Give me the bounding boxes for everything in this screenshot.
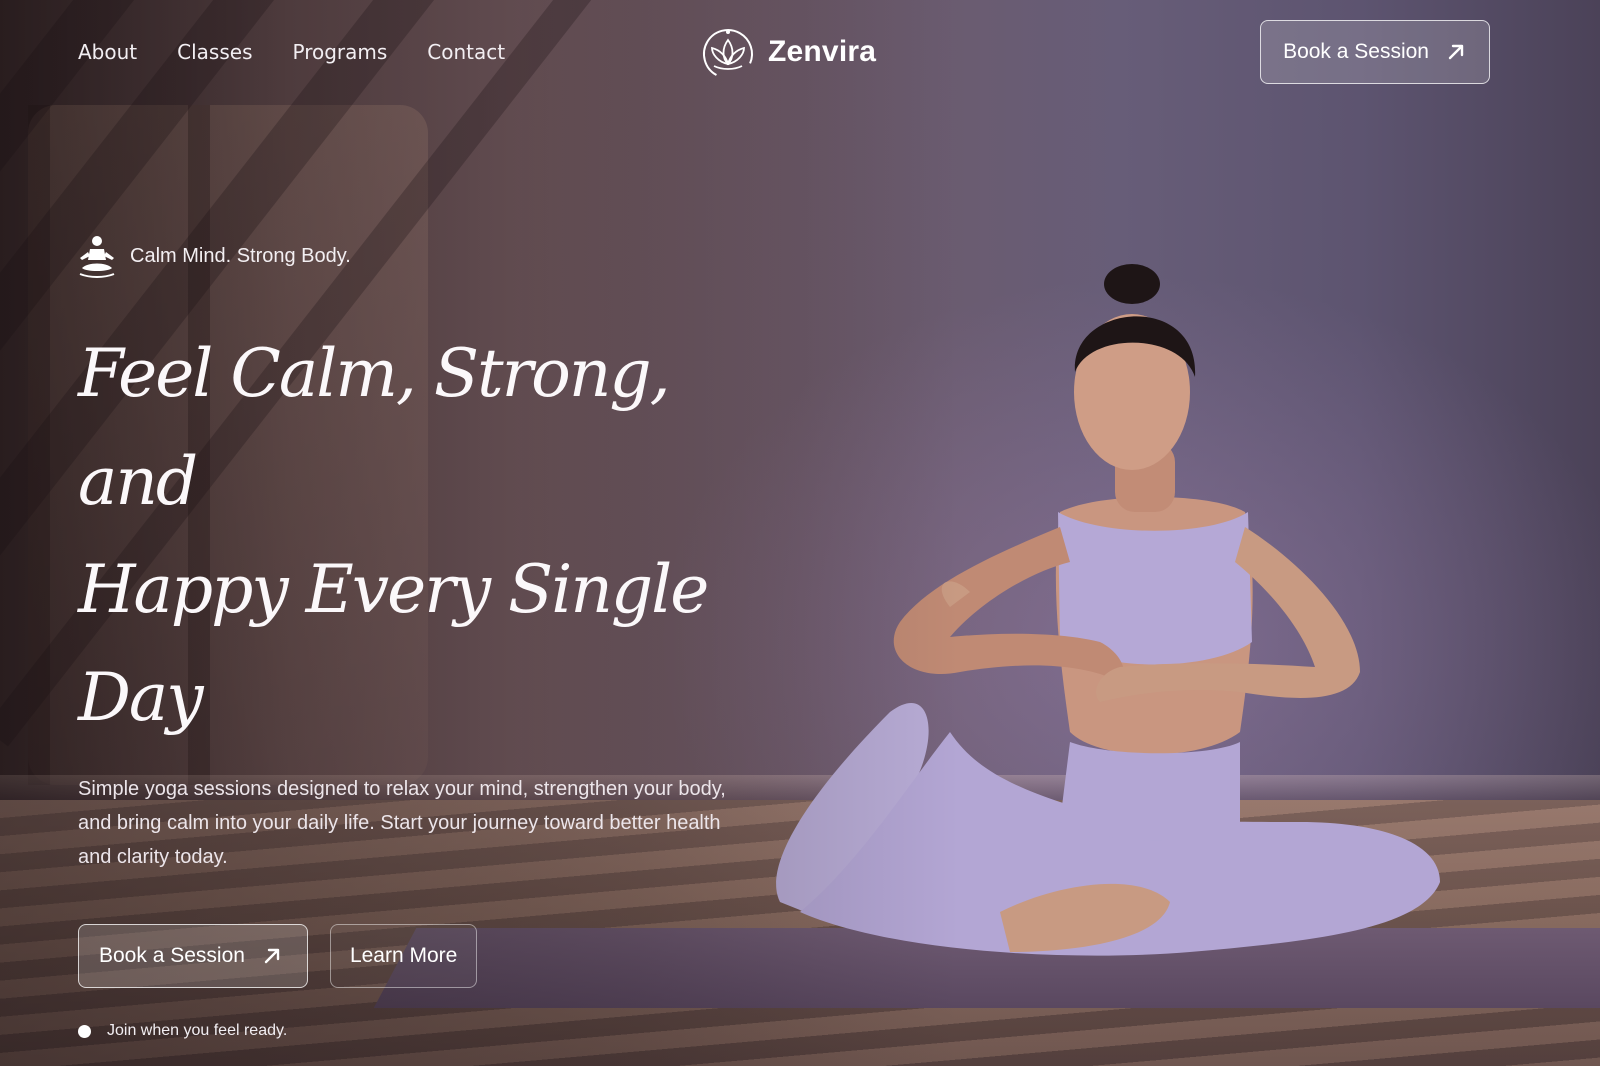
lotus-icon: [703, 29, 753, 79]
hero-content: Calm Mind. Strong Body. Feel Calm, Stron…: [78, 234, 798, 1040]
nav-link-classes[interactable]: Classes: [177, 40, 252, 64]
hero-tagline: Calm Mind. Strong Body.: [78, 234, 798, 278]
status-dot: [78, 1024, 91, 1038]
hero-headline: Feel Calm, Strong, and Happy Every Singl…: [78, 320, 798, 752]
hero-book-session-label: Book a Session: [99, 944, 245, 967]
meditation-icon: [79, 236, 115, 278]
hero-cta-row: Book a Session Learn More: [78, 924, 798, 988]
arrow-up-right-icon: [1448, 44, 1464, 60]
nav-link-about[interactable]: About: [78, 40, 137, 64]
nav-links: About Classes Programs Contact: [78, 40, 505, 64]
headline-line-1: Feel Calm, Strong, and: [78, 335, 671, 520]
header-book-session-button[interactable]: Book a Session: [1260, 20, 1490, 84]
top-navigation: About Classes Programs Contact Zenvira B…: [78, 20, 1490, 84]
hero-book-session-button[interactable]: Book a Session: [78, 924, 308, 988]
join-note: Join when you feel ready.: [78, 1022, 798, 1040]
header-book-session-label: Book a Session: [1283, 40, 1429, 63]
tagline-text: Calm Mind. Strong Body.: [130, 244, 351, 267]
brand-logo[interactable]: Zenvira: [700, 22, 876, 82]
learn-more-label: Learn More: [349, 944, 458, 967]
learn-more-button[interactable]: Learn More: [329, 924, 478, 988]
nav-link-programs[interactable]: Programs: [292, 40, 387, 64]
arrow-up-right-icon: [264, 948, 280, 964]
nav-link-contact[interactable]: Contact: [427, 40, 505, 64]
join-note-text: Join when you feel ready.: [107, 1022, 288, 1039]
brand-name: Zenvira: [768, 35, 877, 68]
hero-description: Simple yoga sessions designed to relax y…: [78, 778, 726, 868]
headline-line-2: Happy Every Single Day: [78, 551, 709, 736]
